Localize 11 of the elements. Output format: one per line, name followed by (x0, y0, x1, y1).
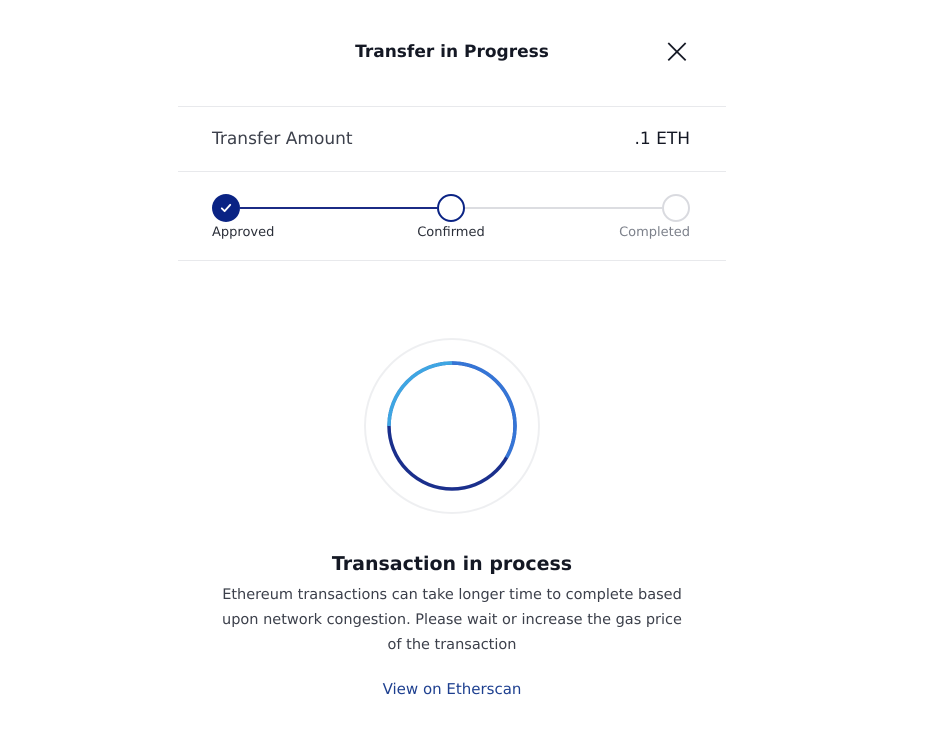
status-message: Ethereum transactions can take longer time to complete based upon network congestion. Please wait or increase the gas price of the transaction (221, 586, 683, 655)
step-label: Approved (212, 225, 274, 240)
amount-value: .1 ETH (634, 129, 690, 149)
etherscan-link[interactable]: View on Etherscan (382, 680, 522, 698)
loading-spinner-icon (363, 337, 541, 515)
step-label: Completed (619, 225, 690, 240)
status-title: Transaction in process (332, 553, 572, 575)
dialog-title: Transfer in Progress (355, 42, 549, 62)
amount-label: Transfer Amount (212, 129, 353, 149)
step-label: Confirmed (417, 225, 485, 240)
close-button[interactable]: × (662, 34, 692, 70)
